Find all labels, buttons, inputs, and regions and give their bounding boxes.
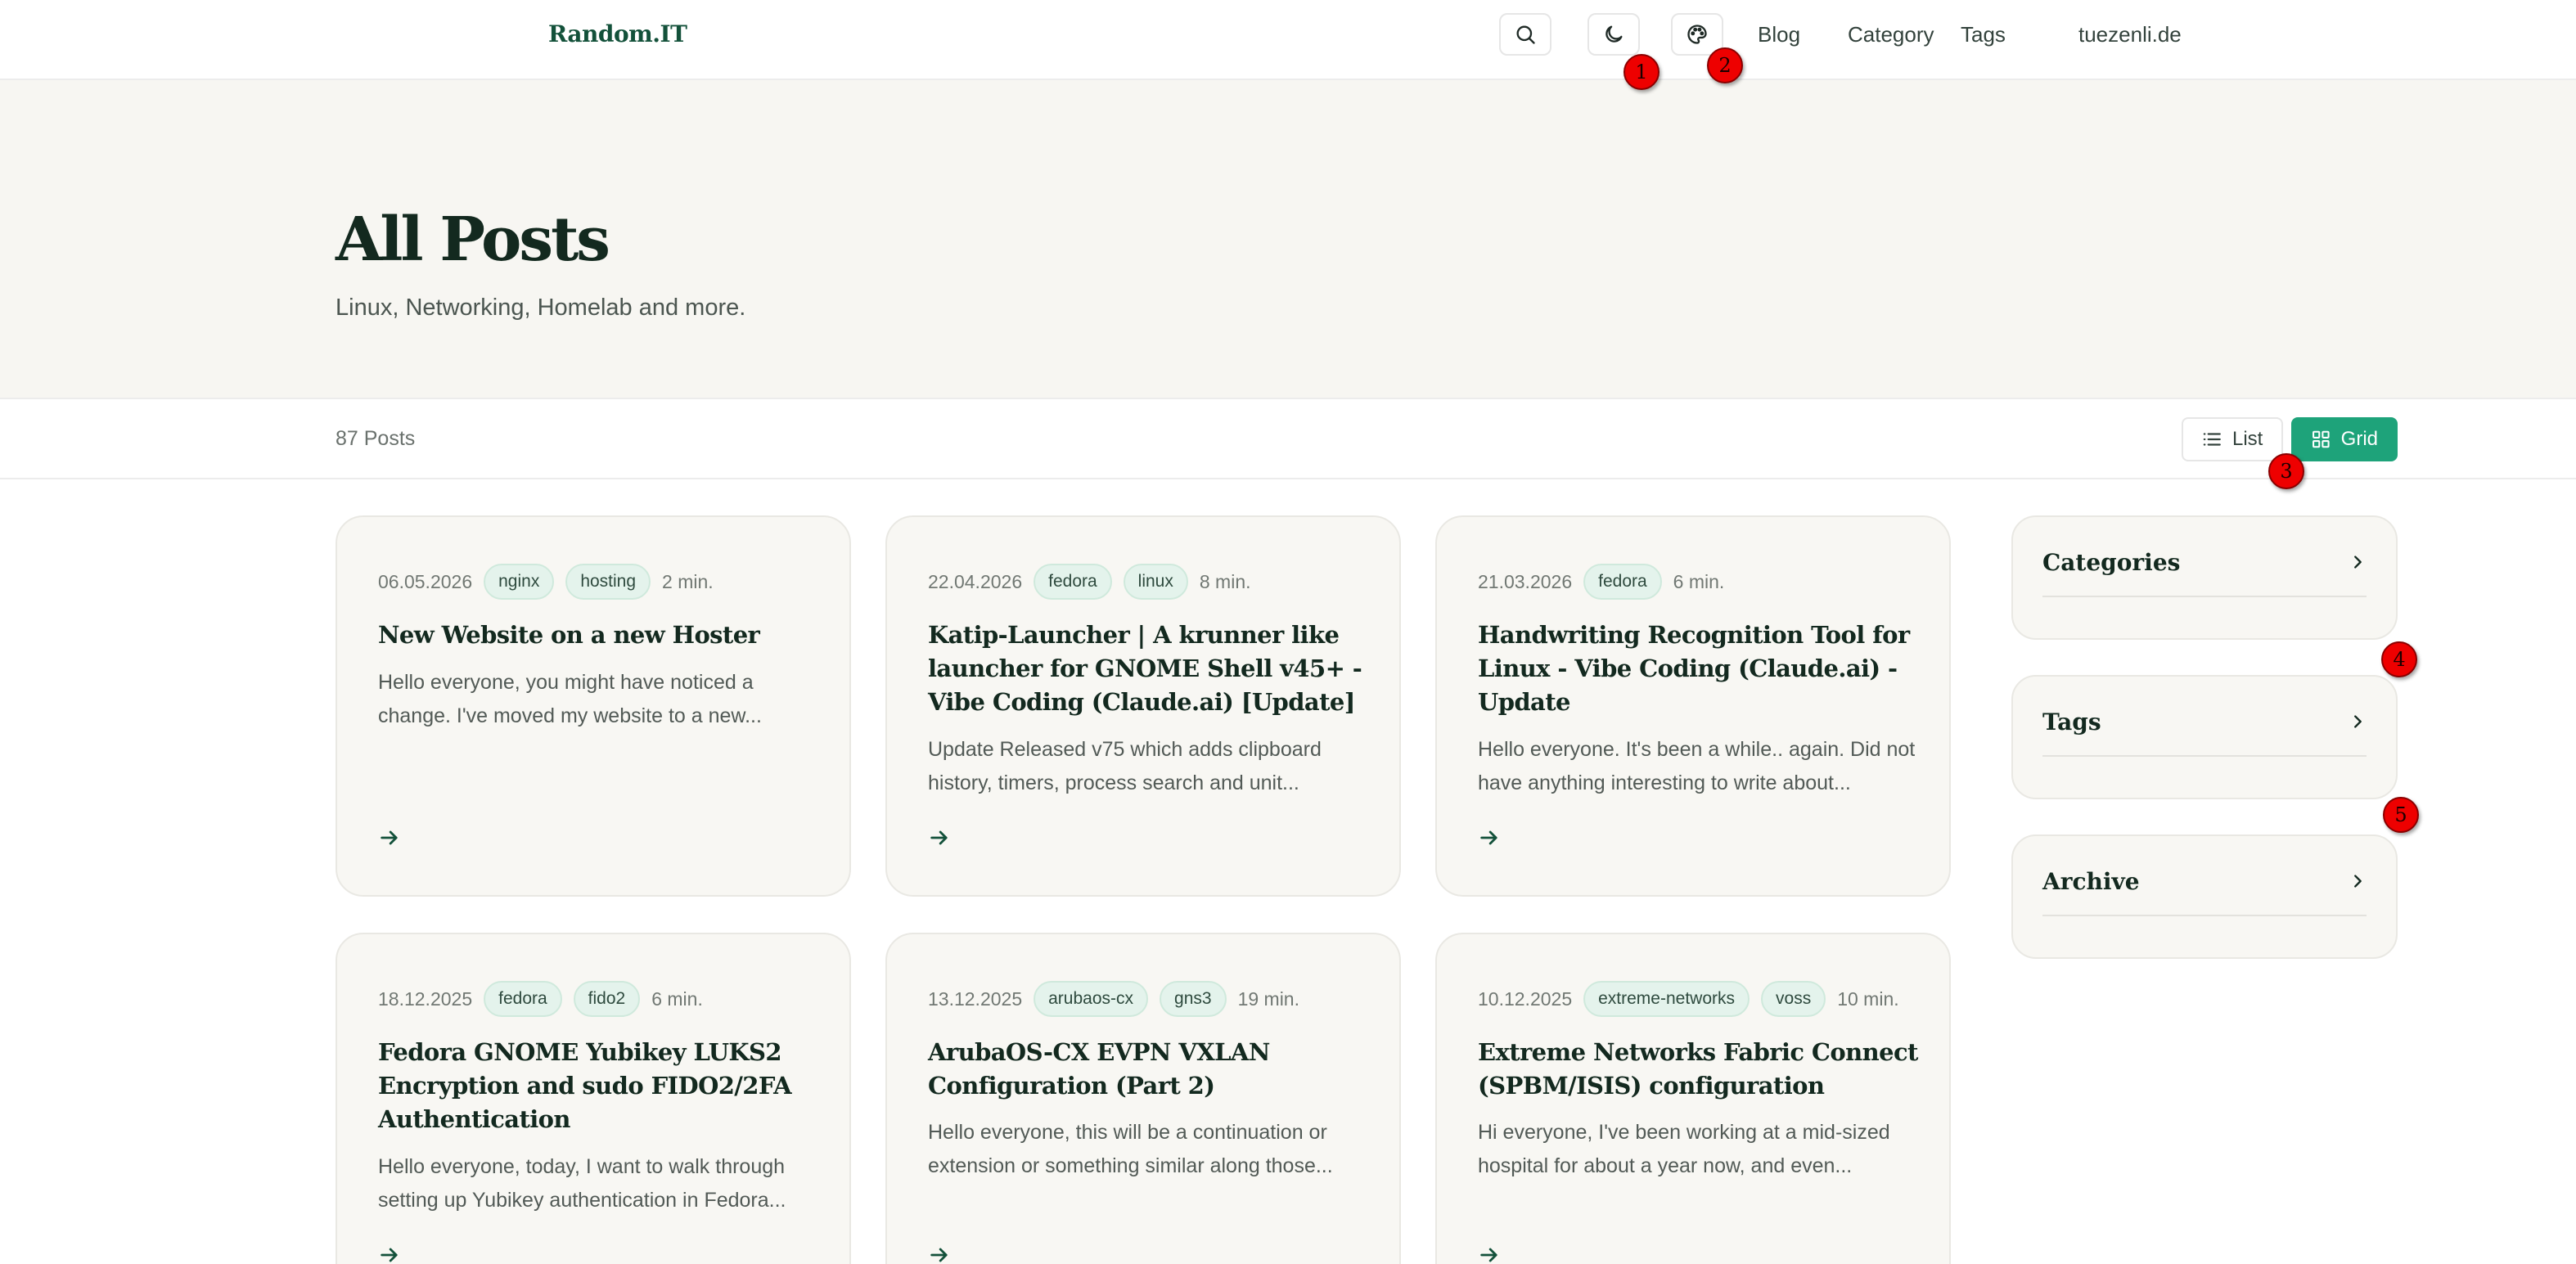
annotation-marker: 4 xyxy=(2381,641,2417,677)
chevron-right-icon xyxy=(2354,556,2362,569)
post-count: 87 Posts xyxy=(336,427,416,450)
sidebar-tags-title: Tags xyxy=(2042,708,2101,735)
dark-mode-toggle[interactable] xyxy=(1587,13,1640,56)
post-read-time: 8 min. xyxy=(1199,570,1251,592)
post-tag[interactable]: fedora xyxy=(484,981,562,1017)
post-meta: 13.12.2025 arubaos-cx gns3 19 min. xyxy=(928,980,1299,1018)
post-excerpt: Hello everyone. It's been a while.. agai… xyxy=(1478,738,1916,794)
site-header: Random.IT Blog Category Tags tuezenli.de xyxy=(0,0,2576,80)
post-read-time: 2 min. xyxy=(662,570,714,592)
post-read-time: 19 min. xyxy=(1237,987,1299,1010)
list-view-button[interactable]: List xyxy=(2182,417,2283,461)
page-title: All Posts xyxy=(336,205,610,275)
search-button[interactable] xyxy=(1499,13,1551,56)
posts-toolbar: 87 Posts List Grid xyxy=(0,399,2576,479)
annotation-marker: 2 xyxy=(1707,47,1743,83)
nav-blog[interactable]: Blog xyxy=(1758,18,1800,51)
post-title[interactable]: New Website on a new Hoster xyxy=(378,619,820,652)
annotation-marker: 5 xyxy=(2383,797,2419,833)
post-tag[interactable]: nginx xyxy=(484,564,555,600)
sidebar-categories[interactable]: Categories xyxy=(2011,515,2398,640)
post-excerpt: Hi everyone, I've been working at a mid-… xyxy=(1478,1121,1890,1177)
post-meta: 18.12.2025 fedora fido2 6 min. xyxy=(378,980,703,1018)
post-tag[interactable]: fedora xyxy=(1034,564,1112,600)
grid-icon xyxy=(2313,430,2330,448)
hero-section: All Posts Linux, Networking, Homelab and… xyxy=(0,80,2576,399)
post-tag[interactable]: arubaos-cx xyxy=(1034,981,1149,1017)
post-date: 10.12.2025 xyxy=(1478,987,1573,1010)
post-card[interactable]: 06.05.2026 nginx hosting 2 min. New Webs… xyxy=(336,515,851,897)
post-read-time: 6 min. xyxy=(1673,570,1725,592)
arrow-right-icon[interactable] xyxy=(1478,826,1501,849)
post-date: 18.12.2025 xyxy=(378,987,473,1010)
post-meta: 21.03.2026 fedora 6 min. xyxy=(1478,563,1724,601)
site-logo[interactable]: Random.IT xyxy=(548,18,687,51)
search-icon xyxy=(1516,25,1535,44)
arrow-right-icon[interactable] xyxy=(378,1244,401,1264)
divider xyxy=(2042,755,2367,757)
post-tag[interactable]: extreme-networks xyxy=(1583,981,1750,1017)
post-meta: 06.05.2026 nginx hosting 2 min. xyxy=(378,563,714,601)
post-card[interactable]: 22.04.2026 fedora linux 8 min. Katip-Lau… xyxy=(885,515,1401,897)
post-date: 22.04.2026 xyxy=(928,570,1023,592)
grid-view-button[interactable]: Grid xyxy=(2291,417,2398,461)
palette-icon xyxy=(1687,25,1707,44)
post-tag[interactable]: hosting xyxy=(565,564,651,600)
post-tag[interactable]: gns3 xyxy=(1160,981,1227,1017)
post-title[interactable]: Fedora GNOME Yubikey LUKS2 Encryption an… xyxy=(378,1036,820,1136)
post-excerpt: Hello everyone, this will be a continuat… xyxy=(928,1121,1333,1177)
post-card[interactable]: 21.03.2026 fedora 6 min. Handwriting Rec… xyxy=(1435,515,1951,897)
post-excerpt: Hello everyone, you might have noticed a… xyxy=(378,671,762,727)
post-tag[interactable]: voss xyxy=(1761,981,1826,1017)
arrow-right-icon[interactable] xyxy=(378,826,401,849)
post-excerpt: Hello everyone, today, I want to walk th… xyxy=(378,1155,786,1212)
sidebar-categories-title: Categories xyxy=(2042,549,2181,576)
arrow-right-icon[interactable] xyxy=(1478,1244,1501,1264)
grid-view-label: Grid xyxy=(2340,428,2378,450)
post-tag[interactable]: fido2 xyxy=(573,981,641,1017)
post-read-time: 10 min. xyxy=(1837,987,1899,1010)
list-view-label: List xyxy=(2232,428,2263,450)
post-card[interactable]: 13.12.2025 arubaos-cx gns3 19 min. Aruba… xyxy=(885,933,1401,1264)
moon-icon xyxy=(1605,25,1623,43)
arrow-right-icon[interactable] xyxy=(928,1244,951,1264)
post-date: 21.03.2026 xyxy=(1478,570,1573,592)
post-meta: 10.12.2025 extreme-networks voss 10 min. xyxy=(1478,980,1899,1018)
sidebar-archive[interactable]: Archive xyxy=(2011,834,2398,959)
divider xyxy=(2042,596,2367,597)
sidebar-archive-title: Archive xyxy=(2042,868,2140,895)
divider xyxy=(2042,915,2367,916)
post-card[interactable]: 10.12.2025 extreme-networks voss 10 min.… xyxy=(1435,933,1951,1264)
post-title[interactable]: ArubaOS-CX EVPN VXLAN Configuration (Par… xyxy=(928,1036,1370,1103)
post-date: 06.05.2026 xyxy=(378,570,473,592)
post-excerpt: Update Released v75 which adds clipboard… xyxy=(928,738,1322,794)
post-title[interactable]: Extreme Networks Fabric Connect (SPBM/IS… xyxy=(1478,1036,1920,1103)
list-icon xyxy=(2203,433,2221,446)
nav-category[interactable]: Category xyxy=(1848,18,1934,51)
post-meta: 22.04.2026 fedora linux 8 min. xyxy=(928,563,1251,601)
post-card[interactable]: 18.12.2025 fedora fido2 6 min. Fedora GN… xyxy=(336,933,851,1264)
annotation-marker: 1 xyxy=(1624,54,1660,90)
sidebar-tags[interactable]: Tags xyxy=(2011,675,2398,799)
chevron-right-icon xyxy=(2354,875,2362,888)
post-date: 13.12.2025 xyxy=(928,987,1023,1010)
post-read-time: 6 min. xyxy=(651,987,703,1010)
nav-tags[interactable]: Tags xyxy=(1961,18,2006,51)
post-title[interactable]: Katip-Launcher | A krunner like launcher… xyxy=(928,619,1370,719)
post-tag[interactable]: fedora xyxy=(1583,564,1662,600)
nav-tuezenli[interactable]: tuezenli.de xyxy=(2078,18,2182,51)
post-tag[interactable]: linux xyxy=(1123,564,1188,600)
post-title[interactable]: Handwriting Recognition Tool for Linux -… xyxy=(1478,619,1920,719)
arrow-right-icon[interactable] xyxy=(928,826,951,849)
annotation-marker: 3 xyxy=(2268,453,2304,489)
chevron-right-icon xyxy=(2354,715,2362,728)
page-subtitle: Linux, Networking, Homelab and more. xyxy=(336,295,746,321)
